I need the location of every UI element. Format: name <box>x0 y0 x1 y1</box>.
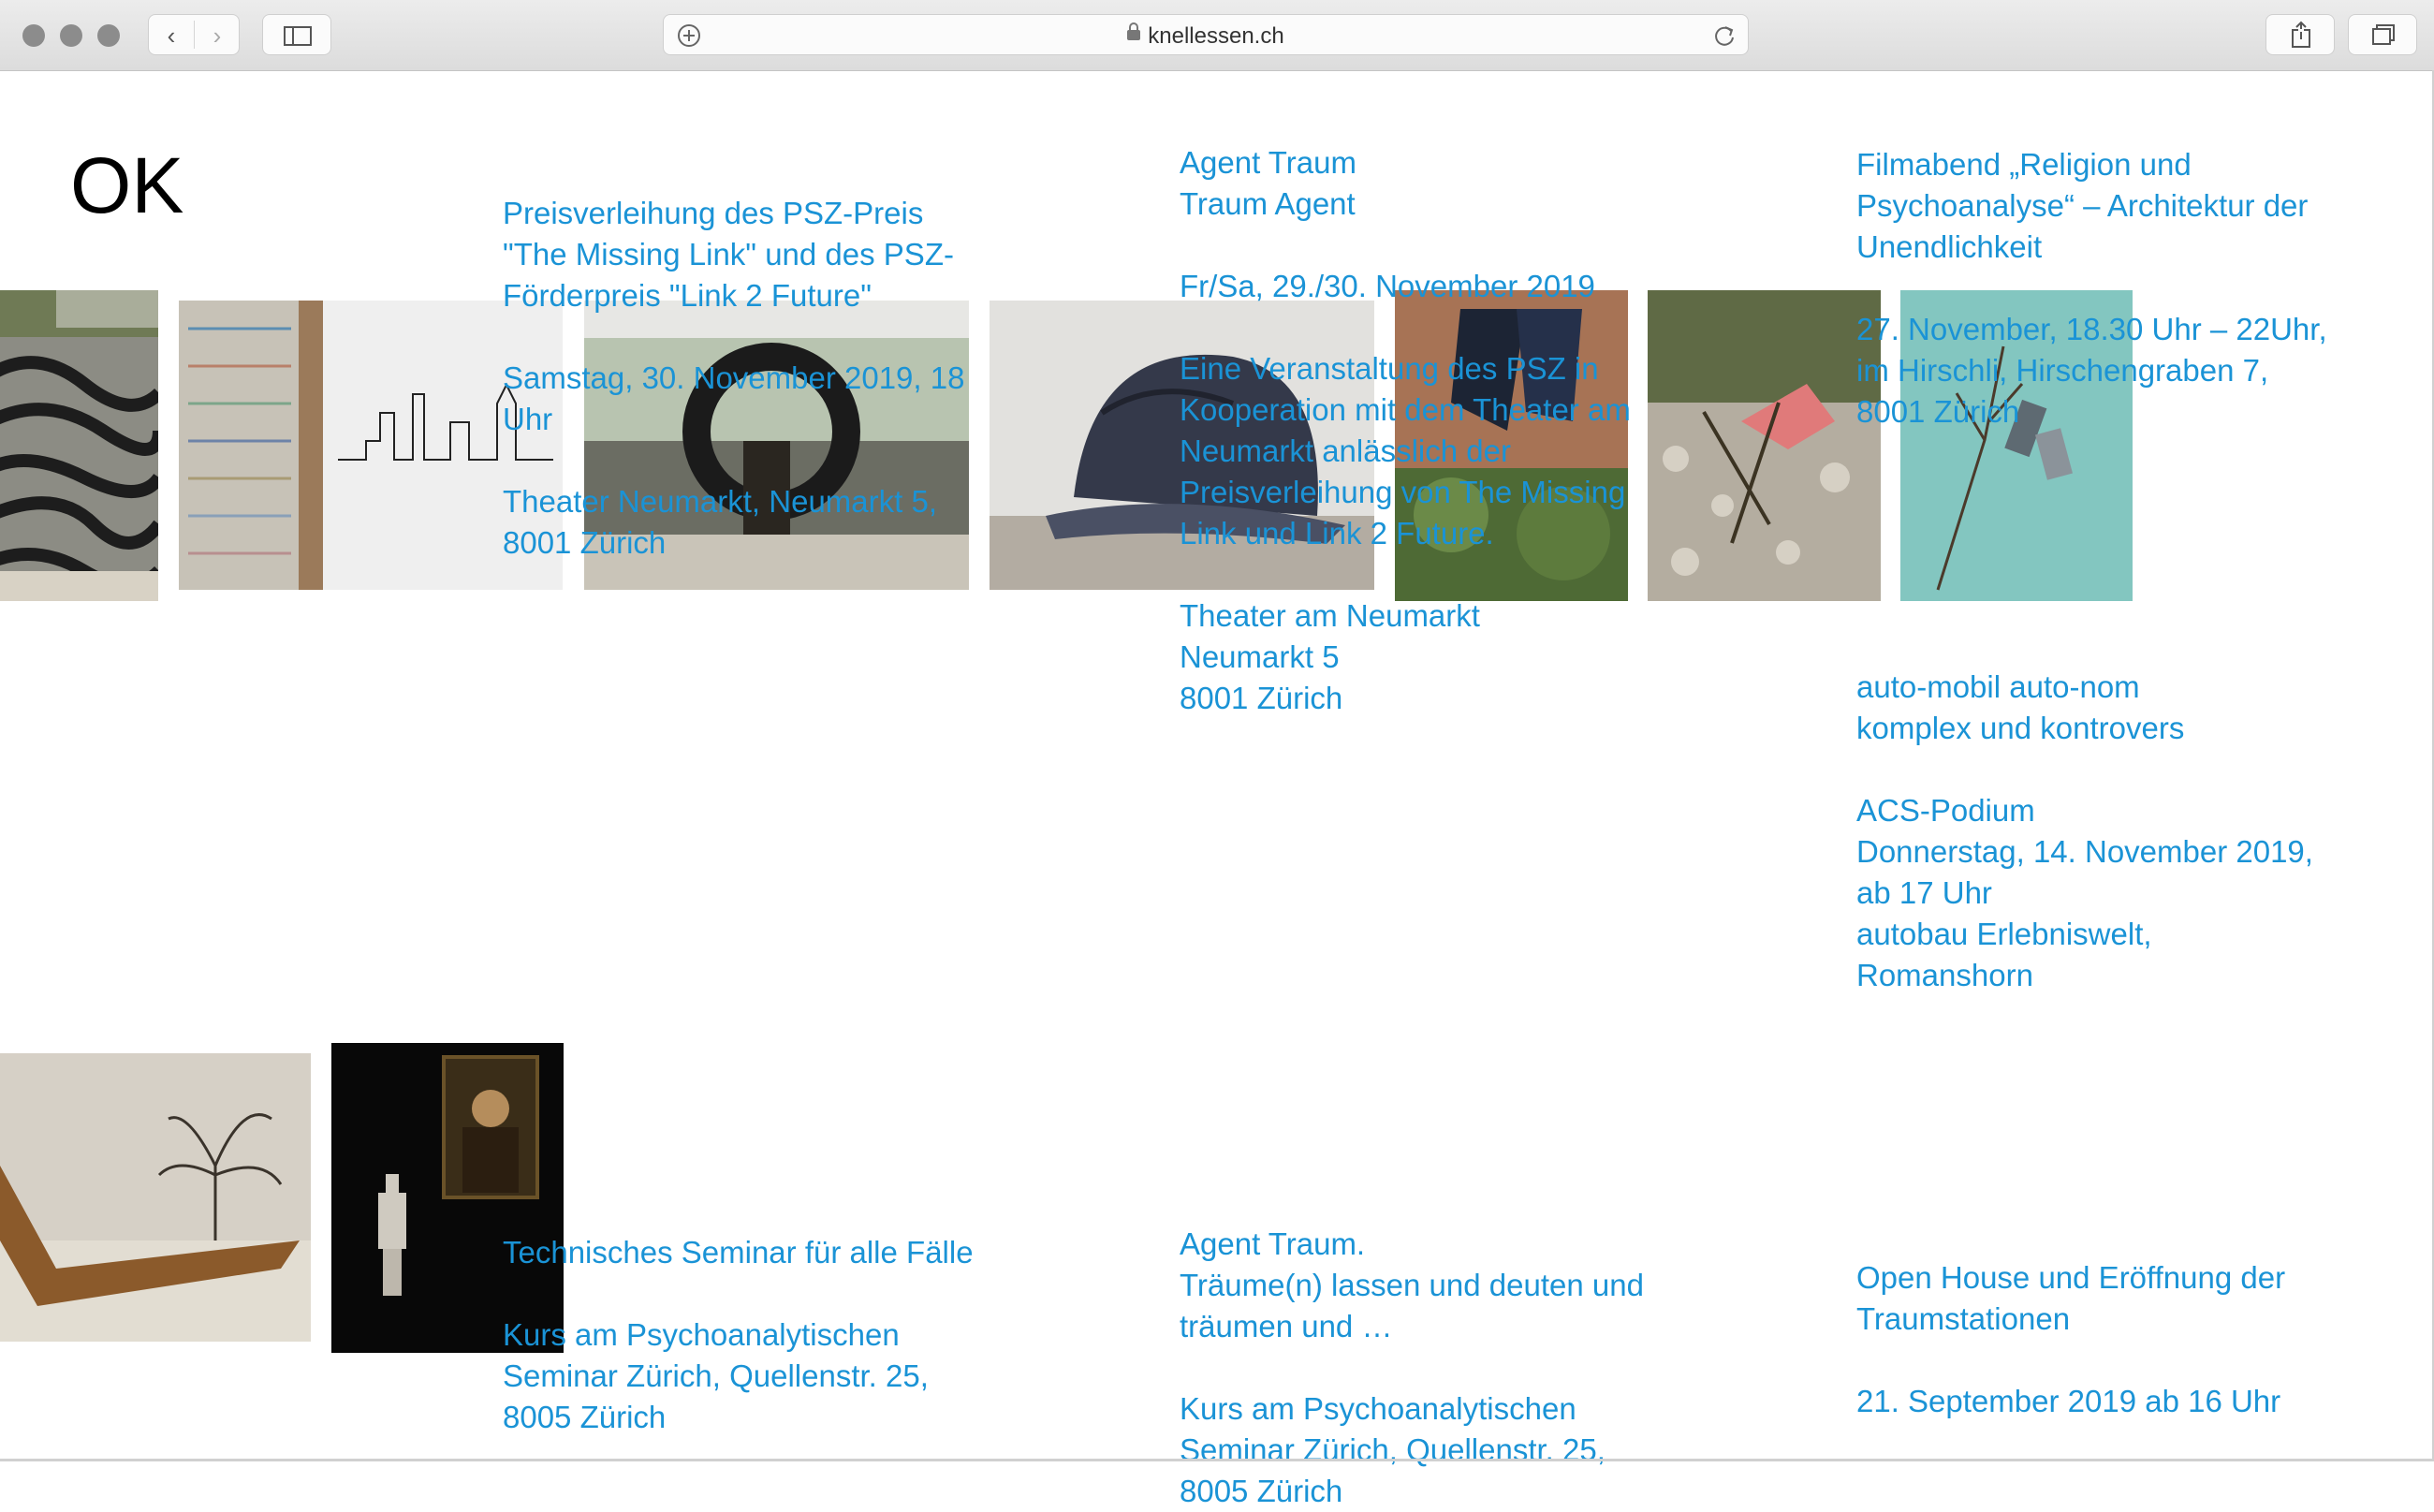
reload-icon[interactable] <box>1712 23 1737 48</box>
event-card-open-house[interactable]: Open House und Eröffnung der Traumstatio… <box>1856 1257 2334 1422</box>
event-title[interactable]: Agent Traum. Träume(n) lassen und deuten… <box>1180 1224 1648 1347</box>
minimize-window-button[interactable] <box>60 24 82 47</box>
event-card-agent-traum-kurs[interactable]: Agent Traum. Träume(n) lassen und deuten… <box>1180 1224 1648 1512</box>
history-buttons: ‹ › <box>148 14 240 55</box>
site-logo[interactable]: OK <box>70 140 183 231</box>
url-display: knellessen.ch <box>664 22 1748 50</box>
event-card-filmabend[interactable]: Filmabend „Religion und Psychoanalyse“ –… <box>1856 144 2334 433</box>
event-place: Kurs am Psychoanalytischen Seminar Züric… <box>1180 1391 1606 1508</box>
share-icon <box>2292 21 2310 48</box>
event-card-agent-traum[interactable]: Agent Traum Traum Agent Fr/Sa, 29./30. N… <box>1180 142 1648 719</box>
event-title[interactable]: Agent Traum Traum Agent <box>1180 142 1648 225</box>
event-card-auto-mobil[interactable]: auto-mobil auto-nom komplex und kontrove… <box>1856 667 2324 996</box>
event-date: Fr/Sa, 29./30. November 2019 <box>1180 269 1595 303</box>
event-title[interactable]: Filmabend „Religion und Psychoanalyse“ –… <box>1856 144 2334 268</box>
share-button[interactable] <box>2265 14 2335 55</box>
url-text: knellessen.ch <box>1148 23 1284 49</box>
tabs-button[interactable] <box>2348 14 2417 55</box>
photo-bench-tree-sculpture[interactable] <box>0 1053 311 1342</box>
lock-icon <box>1127 22 1141 41</box>
sidebar-button[interactable] <box>262 14 331 55</box>
event-place: Theater am Neumarkt Neumarkt 5 8001 Züri… <box>1180 598 1480 715</box>
forward-icon[interactable]: › <box>195 15 240 56</box>
event-title[interactable]: Technisches Seminar für alle Fälle <box>503 1232 980 1273</box>
close-window-button[interactable] <box>22 24 45 47</box>
photo-pebbles-plant[interactable] <box>1648 290 1881 601</box>
event-date: Samstag, 30. November 2019, 18 Uhr <box>503 360 965 436</box>
event-title[interactable]: auto-mobil auto-nom komplex und kontrove… <box>1856 667 2324 749</box>
event-title[interactable]: Open House und Eröffnung der Traumstatio… <box>1856 1257 2334 1340</box>
tabs-icon <box>2372 24 2395 45</box>
event-place: Kurs am Psychoanalytischen Seminar Züric… <box>503 1317 929 1434</box>
event-date: 21. September 2019 ab 16 Uhr <box>1856 1384 2281 1418</box>
address-bar[interactable]: knellessen.ch <box>663 14 1749 55</box>
photo-tyres[interactable] <box>0 290 158 601</box>
event-place: Theater Neumarkt, Neumarkt 5, 8001 Züric… <box>503 484 937 560</box>
event-card-psz-preis[interactable]: Preisverleihung des PSZ-Preis "The Missi… <box>503 193 980 564</box>
zoom-window-button[interactable] <box>97 24 120 47</box>
event-date: ACS-Podium Donnerstag, 14. November 2019… <box>1856 793 2313 992</box>
sidebar-icon <box>284 26 312 46</box>
back-icon[interactable]: ‹ <box>149 15 194 56</box>
event-card-technisches-seminar[interactable]: Technisches Seminar für alle Fälle Kurs … <box>503 1232 980 1438</box>
event-date: 27. November, 18.30 Uhr – 22Uhr, im Hirs… <box>1856 312 2327 429</box>
event-title[interactable]: Preisverleihung des PSZ-Preis "The Missi… <box>503 193 980 316</box>
browser-toolbar: ‹ › knellessen.ch <box>0 0 2434 71</box>
event-description: Eine Veranstaltung des PSZ in Kooperatio… <box>1180 351 1631 550</box>
